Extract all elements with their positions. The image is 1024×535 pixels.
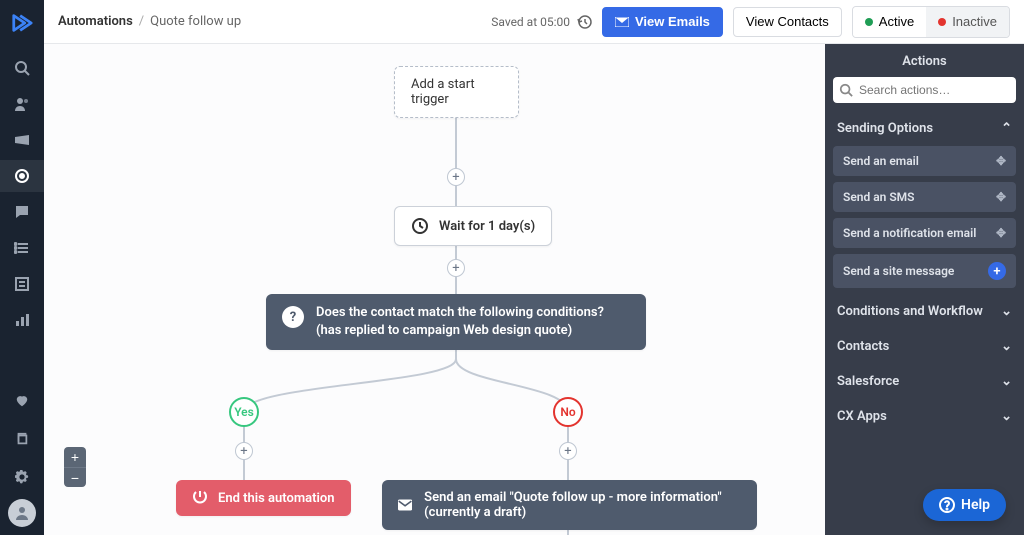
end-automation-node[interactable]: End this automation <box>176 480 351 516</box>
email-icon <box>398 498 412 512</box>
breadcrumb-root[interactable]: Automations <box>58 14 133 29</box>
toggle-active[interactable]: Active <box>853 7 926 37</box>
drag-handle-icon: ✥ <box>996 226 1006 240</box>
nav-settings-icon[interactable] <box>0 461 44 493</box>
zoom-in-button[interactable]: + <box>64 447 86 467</box>
add-step-button[interactable]: + <box>447 259 465 277</box>
actions-search-input[interactable] <box>833 77 1016 103</box>
breadcrumb: Automations / Quote follow up <box>58 14 241 29</box>
drag-handle-icon: ✥ <box>996 154 1006 168</box>
breadcrumb-sep: / <box>139 14 144 29</box>
section-sending-options[interactable]: Sending Options ⌃ <box>825 111 1024 146</box>
section-contacts[interactable]: Contacts ⌄ <box>825 329 1024 364</box>
action-send-notification[interactable]: Send a notification email ✥ <box>833 218 1016 248</box>
left-nav-rail <box>0 0 44 535</box>
add-step-button[interactable]: + <box>447 168 465 186</box>
view-contacts-button[interactable]: View Contacts <box>733 7 842 37</box>
start-trigger-node[interactable]: Add a start trigger <box>394 66 519 118</box>
app-logo[interactable] <box>9 10 35 36</box>
actions-panel: Actions Sending Options ⌃ Send an email … <box>825 44 1024 535</box>
view-emails-button[interactable]: View Emails <box>602 7 723 37</box>
history-icon[interactable] <box>576 14 592 30</box>
zoom-controls: + − <box>64 447 86 487</box>
end-icon <box>192 490 208 506</box>
user-avatar[interactable] <box>8 499 36 527</box>
drag-handle-icon: ✥ <box>996 190 1006 204</box>
send-email-label: Send an email "Quote follow up - more in… <box>424 490 741 520</box>
chevron-down-icon: ⌄ <box>1001 304 1012 319</box>
help-button[interactable]: Help <box>923 489 1006 521</box>
section-conditions-workflow[interactable]: Conditions and Workflow ⌄ <box>825 294 1024 329</box>
chevron-down-icon: ⌄ <box>1001 409 1012 424</box>
nav-conversations-icon[interactable] <box>0 196 44 228</box>
start-trigger-label: Add a start trigger <box>411 77 502 107</box>
action-send-site-message[interactable]: Send a site message + <box>833 254 1016 288</box>
help-icon <box>939 497 955 513</box>
zoom-out-button[interactable]: − <box>64 467 86 487</box>
toggle-inactive[interactable]: Inactive <box>926 7 1009 37</box>
section-cx-apps[interactable]: CX Apps ⌄ <box>825 399 1024 434</box>
chevron-down-icon: ⌄ <box>1001 374 1012 389</box>
branch-no[interactable]: No <box>553 397 583 427</box>
add-step-button[interactable]: + <box>559 442 577 460</box>
saved-status: Saved at 05:00 <box>491 14 592 30</box>
inactive-dot-icon <box>938 18 946 26</box>
nav-automations-icon[interactable] <box>0 160 44 192</box>
wait-label: Wait for 1 day(s) <box>439 219 535 234</box>
condition-text: Does the contact match the following con… <box>316 304 630 340</box>
email-icon <box>615 17 629 27</box>
nav-forms-icon[interactable] <box>0 268 44 300</box>
nav-contacts-icon[interactable] <box>0 88 44 120</box>
end-automation-label: End this automation <box>218 491 335 506</box>
automation-canvas[interactable]: Add a start trigger + Wait for 1 day(s) … <box>44 44 825 535</box>
top-bar: Automations / Quote follow up Saved at 0… <box>44 0 1024 44</box>
action-send-email[interactable]: Send an email ✥ <box>833 146 1016 176</box>
nav-favorites-icon[interactable] <box>0 385 44 417</box>
condition-node[interactable]: ? Does the contact match the following c… <box>266 294 646 350</box>
section-salesforce[interactable]: Salesforce ⌄ <box>825 364 1024 399</box>
nav-campaigns-icon[interactable] <box>0 124 44 156</box>
add-step-button[interactable]: + <box>235 442 253 460</box>
nav-search-icon[interactable] <box>0 52 44 84</box>
chevron-down-icon: ⌄ <box>1001 339 1012 354</box>
question-icon: ? <box>282 306 304 328</box>
status-toggle: Active Inactive <box>852 6 1010 38</box>
nav-copy-icon[interactable] <box>0 423 44 455</box>
send-email-node[interactable]: Send an email "Quote follow up - more in… <box>382 480 757 530</box>
wait-node[interactable]: Wait for 1 day(s) <box>394 206 552 246</box>
chevron-up-icon: ⌃ <box>1001 121 1012 136</box>
action-send-sms[interactable]: Send an SMS ✥ <box>833 182 1016 212</box>
clock-icon <box>411 217 429 235</box>
nav-reports-icon[interactable] <box>0 304 44 336</box>
breadcrumb-leaf: Quote follow up <box>150 14 241 29</box>
active-dot-icon <box>865 18 873 26</box>
add-icon: + <box>988 262 1006 280</box>
nav-lists-icon[interactable] <box>0 232 44 264</box>
actions-panel-title: Actions <box>825 44 1024 77</box>
branch-yes[interactable]: Yes <box>229 397 259 427</box>
